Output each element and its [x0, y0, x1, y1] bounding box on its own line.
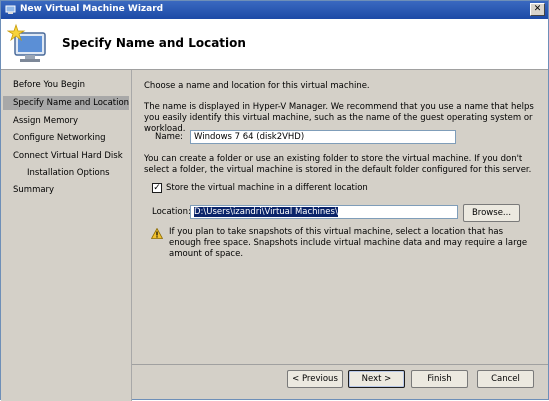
page-title: Specify Name and Location [62, 36, 246, 50]
nav-item-configure-networking[interactable]: Configure Networking [3, 131, 129, 145]
wizard-steps-nav: Before You Begin Specify Name and Locati… [1, 70, 132, 401]
previous-button[interactable]: < Previous [287, 370, 343, 388]
wizard-window: New Virtual Machine Wizard ✕ Specify Nam… [0, 0, 549, 401]
title-bar[interactable]: New Virtual Machine Wizard ✕ [1, 1, 548, 19]
finish-button[interactable]: Finish [411, 370, 468, 388]
nav-item-summary[interactable]: Summary [3, 183, 129, 197]
wizard-header: Specify Name and Location [1, 19, 548, 70]
wizard-app-icon [5, 5, 16, 14]
name-input[interactable]: Windows 7 64 (disk2VHD) [190, 130, 456, 144]
nav-item-assign-memory[interactable]: Assign Memory [3, 114, 129, 128]
browse-button[interactable]: Browse... [463, 204, 520, 222]
snapshot-warning-text: If you plan to take snapshots of this vi… [169, 227, 528, 259]
nav-item-specify-name-location[interactable]: Specify Name and Location [3, 96, 129, 110]
store-location-label[interactable]: Store the virtual machine in a different… [166, 183, 368, 193]
close-button[interactable]: ✕ [530, 3, 545, 16]
wizard-monitor-star-icon [7, 23, 46, 62]
warning-icon [151, 228, 163, 239]
nav-item-installation-options[interactable]: Installation Options [3, 166, 129, 180]
intro-text: Choose a name and location for this virt… [144, 81, 370, 91]
name-label: Name: [155, 132, 183, 142]
nav-item-before-you-begin[interactable]: Before You Begin [3, 78, 129, 92]
main-content: Choose a name and location for this virt… [132, 70, 548, 365]
location-input-value: D:\Users\izandri\Virtual Machines\ [194, 207, 338, 217]
cancel-button[interactable]: Cancel [477, 370, 534, 388]
folder-description: You can create a folder or use an existi… [144, 154, 532, 175]
nav-item-connect-virtual-hard-disk[interactable]: Connect Virtual Hard Disk [3, 149, 129, 163]
location-input[interactable]: D:\Users\izandri\Virtual Machines\ [190, 205, 458, 219]
footer-separator [132, 364, 548, 365]
location-label: Location: [152, 207, 191, 217]
close-icon: ✕ [533, 4, 542, 14]
store-location-checkbox[interactable]: ✓ [152, 183, 162, 193]
next-button[interactable]: Next > [348, 370, 405, 388]
window-title: New Virtual Machine Wizard [20, 4, 164, 14]
